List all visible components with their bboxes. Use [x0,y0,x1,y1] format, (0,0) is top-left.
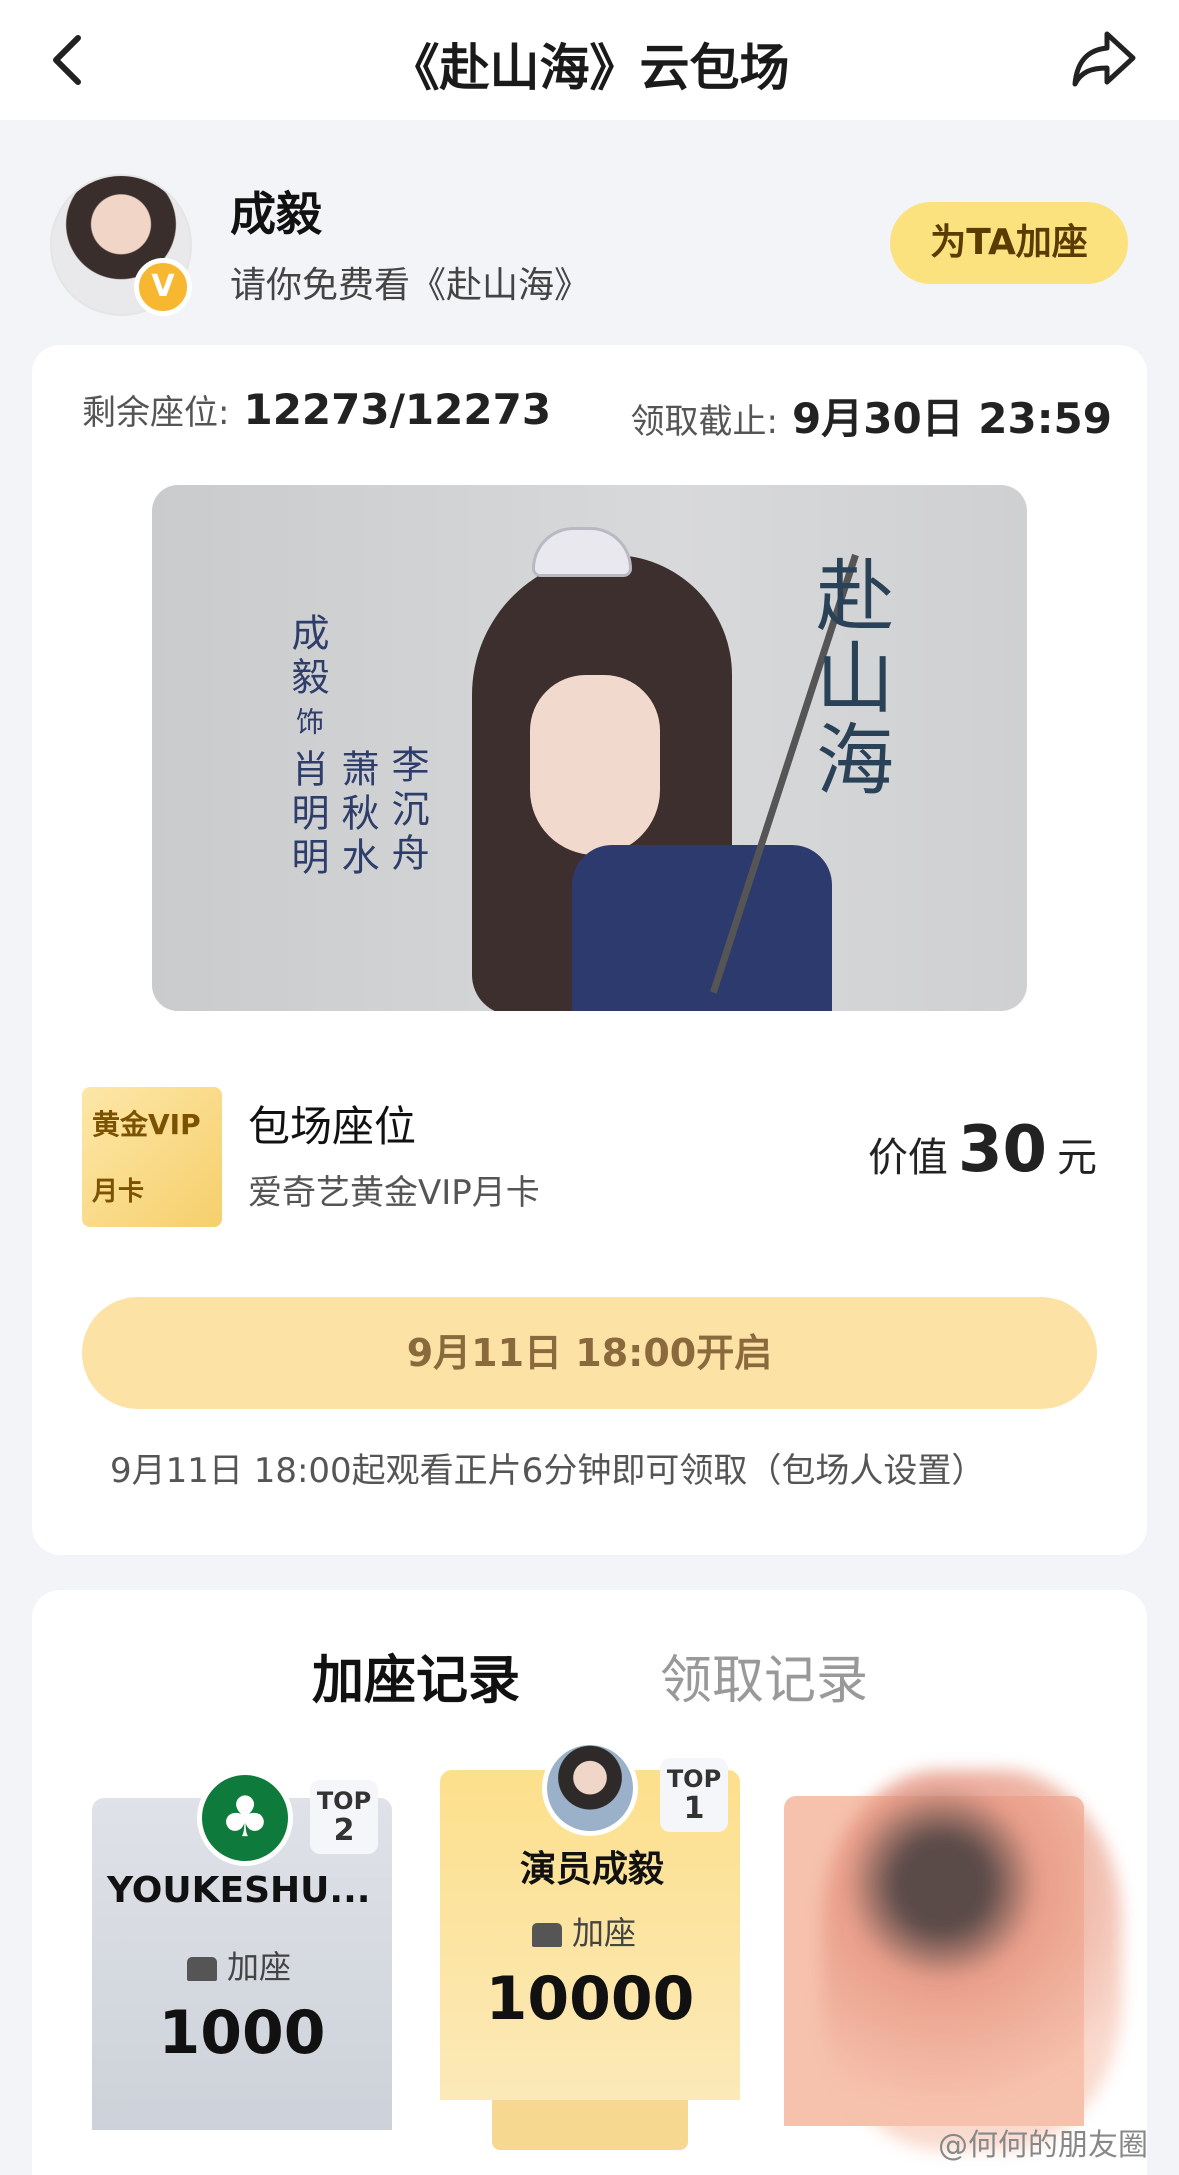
host-invite-text: 请你免费看《赴山海》 [230,265,591,306]
tab-add-seat-records[interactable]: 加座记录 [312,1638,520,1713]
redacted-overlay [822,1770,1122,2150]
poster-role: 肖明明 [285,749,329,881]
deadline-label: 领取截止: [630,402,779,442]
rank-avatar-top1[interactable] [542,1740,638,1836]
remaining-seats-value: 12273/12273 [243,385,552,434]
benefit-title: 包场座位 [248,1102,417,1151]
verified-badge-icon: V [134,258,192,316]
rank-name-top2: YOUKESHU... [107,1870,371,1911]
rank-count-top2: 1000 [158,1998,326,2068]
event-card: 剩余座位: 12273/12273 领取截止: 9月30日 23:59 成毅 饰 肖… [32,345,1147,1555]
rank-seat-label: 加座 [532,1908,636,1954]
benefit-value-number: 30 [957,1113,1047,1187]
top-rank-tag: TOP 2 [310,1780,378,1854]
poster-role: 李沉舟 [385,745,429,877]
share-arrow-icon[interactable] [1069,26,1139,92]
vip-card-icon: 黄金VIP 月卡 [82,1087,222,1227]
rank-name-top1: 演员成毅 [519,1849,664,1890]
poster-robe [572,845,832,1011]
drama-poster[interactable]: 成毅 饰 肖明明 萧秋水 李沉舟 赴山海 [152,485,1027,1011]
tab-claim-records[interactable]: 领取记录 [660,1638,868,1713]
rank-ribbon-top1 [492,2100,688,2150]
page-title: 《赴山海》云包场 [389,39,790,97]
poster-face [530,675,660,855]
add-seat-button[interactable]: 为TA加座 [890,202,1128,284]
vip-icon-text: 月卡 [92,1177,145,1207]
rank-avatar-top2[interactable]: ♣ [197,1770,293,1866]
benefit-value: 价值 30 元 [867,1113,1097,1187]
poster-crown [532,527,632,577]
records-card: 加座记录 领取记录 ♣ TOP 2 YOUKESHU... 加座 1000 TO… [32,1590,1147,2175]
top-rank-tag: TOP 1 [660,1758,728,1832]
benefit-subtitle: 爱奇艺黄金VIP月卡 [248,1173,540,1213]
seat-icon [187,1957,217,1981]
seat-icon [532,1923,562,1947]
seat-info-row: 剩余座位: 12273/12273 领取截止: 9月30日 23:59 [82,385,1112,445]
rank-seat-label: 加座 [187,1942,291,1988]
claim-rule-text: 9月11日 18:00起观看正片6分钟即可领取（包场人设置） [110,1451,986,1491]
open-time-button[interactable]: 9月11日 18:00开启 [82,1297,1097,1409]
watermark: @何何的朋友圈 [938,2128,1148,2163]
rank-count-top1: 10000 [485,1964,695,2034]
poster-role: 萧秋水 [335,749,379,881]
poster-actor-name: 成毅 [285,613,329,701]
navigation-bar: 《赴山海》云包场 [0,0,1179,120]
host-section: V 成毅 请你免费看《赴山海》 为TA加座 [0,160,1179,320]
deadline-value: 9月30日 23:59 [792,394,1112,443]
poster-as-text: 饰 [292,707,325,741]
vip-icon-text: 黄金VIP [92,1108,201,1141]
remaining-seats-label: 剩余座位: [82,393,230,433]
poster-title: 赴山海 [803,555,893,801]
club-icon: ♣ [219,1785,271,1850]
host-name: 成毅 [230,187,322,241]
